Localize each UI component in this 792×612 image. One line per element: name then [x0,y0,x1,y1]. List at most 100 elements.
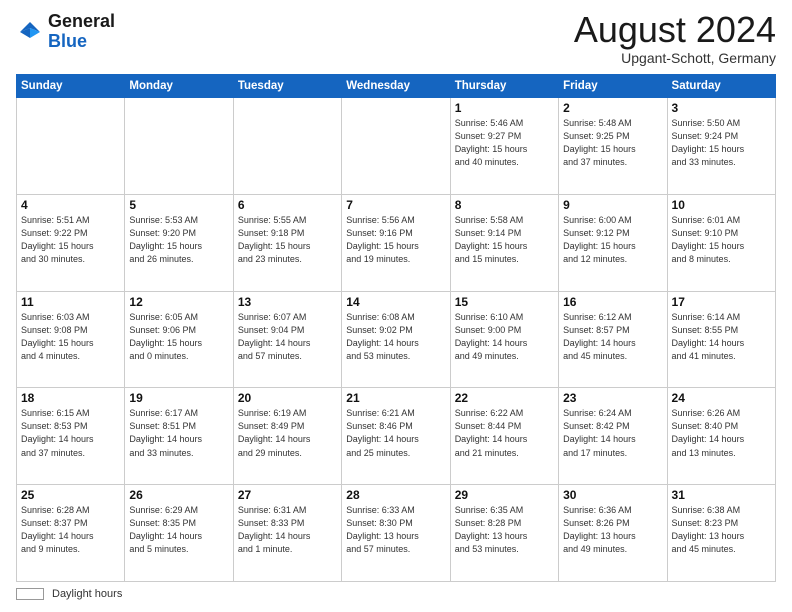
col-thursday: Thursday [450,75,558,98]
calendar-week-1: 1Sunrise: 5:46 AM Sunset: 9:27 PM Daylig… [17,98,776,195]
day-number: 29 [455,488,554,502]
calendar-cell: 2 Sunrise: 5:48 AM Sunset: 9:25 PM Daylig… [559,98,667,195]
calendar-cell: 30Sunrise: 6:36 AM Sunset: 8:26 PM Dayli… [559,485,667,582]
calendar-cell: 31 Sunrise: 6:38 AM Sunset: 8:23 PM Dayli… [667,485,775,582]
calendar-cell: 27 Sunrise: 6:31 AM Sunset: 8:33 PM Dayli… [233,485,341,582]
day-info: Sunrise: 6:05 AM Sunset: 9:06 PM Dayligh… [129,311,228,363]
day-info: Sunrise: 5:58 AM Sunset: 9:14 PM Dayligh… [455,214,554,266]
day-number: 20 [238,391,337,405]
day-info: Sunrise: 5:56 AM Sunset: 9:16 PM Dayligh… [346,214,445,266]
calendar-cell: 26Sunrise: 6:29 AM Sunset: 8:35 PM Dayli… [125,485,233,582]
calendar-cell: 4 Sunrise: 5:51 AM Sunset: 9:22 PM Daylig… [17,194,125,291]
day-number: 15 [455,295,554,309]
day-info: Sunrise: 5:53 AM Sunset: 9:20 PM Dayligh… [129,214,228,266]
day-info: Sunrise: 6:26 AM Sunset: 8:40 PM Dayligh… [672,407,771,459]
day-number: 3 [672,101,771,115]
calendar-cell: 28Sunrise: 6:33 AM Sunset: 8:30 PM Dayli… [342,485,450,582]
day-number: 4 [21,198,120,212]
legend-label: Daylight hours [52,588,122,600]
day-info: Sunrise: 6:38 AM Sunset: 8:23 PM Dayligh… [672,504,771,556]
day-number: 25 [21,488,120,502]
calendar-cell: 8Sunrise: 5:58 AM Sunset: 9:14 PM Daylig… [450,194,558,291]
location: Upgant-Schott, Germany [574,50,776,66]
col-wednesday: Wednesday [342,75,450,98]
day-info: Sunrise: 6:01 AM Sunset: 9:10 PM Dayligh… [672,214,771,266]
day-number: 10 [672,198,771,212]
calendar-cell: 10 Sunrise: 6:01 AM Sunset: 9:10 PM Dayli… [667,194,775,291]
day-info: Sunrise: 6:24 AM Sunset: 8:42 PM Dayligh… [563,407,662,459]
calendar-cell: 29 Sunrise: 6:35 AM Sunset: 8:28 PM Dayli… [450,485,558,582]
calendar-cell: 22 Sunrise: 6:22 AM Sunset: 8:44 PM Dayli… [450,388,558,485]
calendar-week-2: 4 Sunrise: 5:51 AM Sunset: 9:22 PM Daylig… [17,194,776,291]
day-number: 31 [672,488,771,502]
calendar-cell: 6 Sunrise: 5:55 AM Sunset: 9:18 PM Daylig… [233,194,341,291]
calendar-week-4: 18 Sunrise: 6:15 AM Sunset: 8:53 PM Dayli… [17,388,776,485]
calendar-week-3: 11Sunrise: 6:03 AM Sunset: 9:08 PM Dayli… [17,291,776,388]
calendar-cell: 23 Sunrise: 6:24 AM Sunset: 8:42 PM Dayli… [559,388,667,485]
day-info: Sunrise: 6:21 AM Sunset: 8:46 PM Dayligh… [346,407,445,459]
col-saturday: Saturday [667,75,775,98]
day-number: 7 [346,198,445,212]
day-info: Sunrise: 6:33 AM Sunset: 8:30 PM Dayligh… [346,504,445,556]
col-tuesday: Tuesday [233,75,341,98]
day-info: Sunrise: 5:50 AM Sunset: 9:24 PM Dayligh… [672,117,771,169]
day-info: Sunrise: 6:07 AM Sunset: 9:04 PM Dayligh… [238,311,337,363]
day-info: Sunrise: 5:48 AM Sunset: 9:25 PM Dayligh… [563,117,662,169]
day-number: 16 [563,295,662,309]
calendar-cell: 20 Sunrise: 6:19 AM Sunset: 8:49 PM Dayli… [233,388,341,485]
day-info: Sunrise: 6:31 AM Sunset: 8:33 PM Dayligh… [238,504,337,556]
day-number: 9 [563,198,662,212]
calendar-cell: 14 Sunrise: 6:08 AM Sunset: 9:02 PM Dayli… [342,291,450,388]
calendar-cell [125,98,233,195]
title-block: August 2024 Upgant-Schott, Germany [574,12,776,66]
day-number: 22 [455,391,554,405]
day-info: Sunrise: 6:12 AM Sunset: 8:57 PM Dayligh… [563,311,662,363]
legend-box [16,588,44,600]
header: General Blue August 2024 Upgant-Schott, … [16,12,776,66]
day-number: 6 [238,198,337,212]
calendar-cell: 25 Sunrise: 6:28 AM Sunset: 8:37 PM Dayli… [17,485,125,582]
calendar-cell: 21 Sunrise: 6:21 AM Sunset: 8:46 PM Dayli… [342,388,450,485]
day-number: 12 [129,295,228,309]
logo-icon [16,18,44,46]
day-info: Sunrise: 6:17 AM Sunset: 8:51 PM Dayligh… [129,407,228,459]
calendar-cell: 3 Sunrise: 5:50 AM Sunset: 9:24 PM Daylig… [667,98,775,195]
day-number: 24 [672,391,771,405]
day-info: Sunrise: 5:51 AM Sunset: 9:22 PM Dayligh… [21,214,120,266]
calendar-cell: 9 Sunrise: 6:00 AM Sunset: 9:12 PM Daylig… [559,194,667,291]
day-number: 23 [563,391,662,405]
day-info: Sunrise: 6:19 AM Sunset: 8:49 PM Dayligh… [238,407,337,459]
day-info: Sunrise: 5:55 AM Sunset: 9:18 PM Dayligh… [238,214,337,266]
calendar-table: Sunday Monday Tuesday Wednesday Thursday… [16,74,776,582]
day-info: Sunrise: 6:22 AM Sunset: 8:44 PM Dayligh… [455,407,554,459]
day-number: 30 [563,488,662,502]
logo: General Blue [16,12,115,52]
day-number: 14 [346,295,445,309]
day-number: 21 [346,391,445,405]
day-number: 17 [672,295,771,309]
day-number: 19 [129,391,228,405]
day-number: 27 [238,488,337,502]
day-info: Sunrise: 6:08 AM Sunset: 9:02 PM Dayligh… [346,311,445,363]
calendar-cell: 12 Sunrise: 6:05 AM Sunset: 9:06 PM Dayli… [125,291,233,388]
col-friday: Friday [559,75,667,98]
day-number: 2 [563,101,662,115]
calendar-cell: 11Sunrise: 6:03 AM Sunset: 9:08 PM Dayli… [17,291,125,388]
calendar-cell: 17Sunrise: 6:14 AM Sunset: 8:55 PM Dayli… [667,291,775,388]
month-title: August 2024 [574,12,776,48]
calendar-cell: 13Sunrise: 6:07 AM Sunset: 9:04 PM Dayli… [233,291,341,388]
calendar-cell: 5Sunrise: 5:53 AM Sunset: 9:20 PM Daylig… [125,194,233,291]
calendar-cell: 24 Sunrise: 6:26 AM Sunset: 8:40 PM Dayli… [667,388,775,485]
day-number: 26 [129,488,228,502]
day-info: Sunrise: 6:15 AM Sunset: 8:53 PM Dayligh… [21,407,120,459]
footer: Daylight hours [16,588,776,600]
day-info: Sunrise: 6:00 AM Sunset: 9:12 PM Dayligh… [563,214,662,266]
day-info: Sunrise: 6:35 AM Sunset: 8:28 PM Dayligh… [455,504,554,556]
day-info: Sunrise: 6:28 AM Sunset: 8:37 PM Dayligh… [21,504,120,556]
calendar-cell: 18 Sunrise: 6:15 AM Sunset: 8:53 PM Dayli… [17,388,125,485]
col-sunday: Sunday [17,75,125,98]
day-number: 18 [21,391,120,405]
calendar-header-row: Sunday Monday Tuesday Wednesday Thursday… [17,75,776,98]
day-info: Sunrise: 6:10 AM Sunset: 9:00 PM Dayligh… [455,311,554,363]
calendar-week-5: 25 Sunrise: 6:28 AM Sunset: 8:37 PM Dayli… [17,485,776,582]
